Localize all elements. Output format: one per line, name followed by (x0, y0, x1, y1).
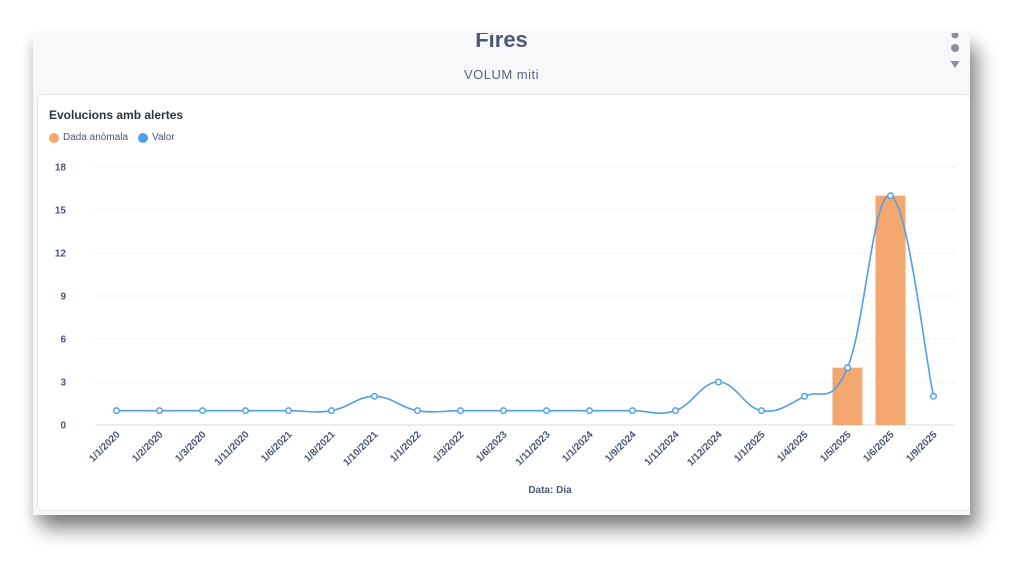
y-tick-label: 18 (55, 163, 67, 174)
point-value (328, 407, 336, 415)
x-tick-label: 1/4/2025 (775, 429, 811, 465)
point-value (586, 407, 594, 415)
point-value (629, 407, 637, 415)
series-line-value (116, 194, 935, 414)
x-tick-label: 1/12/2024 (685, 429, 725, 469)
x-tick-label: 1/11/2023 (514, 429, 553, 468)
x-tick-label: 1/1/2020 (87, 429, 123, 465)
point-value (715, 378, 723, 386)
bar-anomaly (832, 367, 863, 425)
more-options-icon[interactable] (948, 33, 962, 73)
x-axis-label: Data: Dia (528, 485, 572, 496)
x-tick-label: 1/1/2025 (732, 429, 768, 465)
x-tick-label: 1/9/2025 (904, 429, 940, 465)
point-value (457, 407, 465, 415)
x-tick-label: 1/2/2020 (130, 429, 166, 465)
y-tick-label: 9 (60, 292, 66, 303)
dashboard-header: Fires VOLUM miti (33, 33, 970, 93)
x-tick-label: 1/10/2021 (341, 429, 381, 469)
point-value (284, 407, 292, 415)
x-tick-label: 1/9/2024 (603, 429, 639, 465)
x-tick-label: 1/1/2022 (388, 429, 424, 465)
x-tick-label: 1/6/2025 (861, 429, 897, 465)
point-value (930, 392, 938, 400)
dashboard-window: Fires VOLUM miti Evolucions amb alertes … (33, 33, 970, 515)
chart-card: Evolucions amb alertes Dada anòmala Valo… (37, 94, 970, 511)
y-tick-label: 3 (60, 378, 66, 389)
x-tick-label: 1/3/2020 (173, 429, 209, 465)
point-value (371, 392, 379, 400)
x-tick-label: 1/11/2024 (643, 429, 682, 468)
point-value (500, 407, 508, 415)
y-tick-label: 6 (60, 335, 66, 346)
point-value (543, 407, 551, 415)
point-value (844, 364, 852, 372)
point-value (801, 392, 809, 400)
y-tick-label: 0 (60, 421, 66, 432)
point-value (112, 407, 120, 415)
x-tick-label: 1/3/2022 (431, 429, 467, 465)
point-value (887, 192, 895, 200)
point-value (758, 407, 766, 415)
x-tick-label: 1/6/2023 (474, 429, 510, 465)
y-tick-label: 12 (55, 249, 67, 260)
x-tick-label: 1/5/2025 (818, 429, 854, 465)
point-value (241, 407, 249, 415)
page-subtitle: VOLUM miti (463, 67, 540, 82)
point-value (155, 407, 163, 415)
x-tick-label: 1/11/2020 (213, 429, 252, 468)
x-tick-label: 1/8/2021 (302, 429, 338, 465)
chart-plot: 03691215181/1/2020 1/2/2020 1/3/2020 1/11/2… (55, 163, 955, 496)
point-value (672, 407, 680, 415)
bar-anomaly (875, 195, 906, 425)
page-title: Fires (475, 33, 528, 52)
point-value (198, 407, 206, 415)
x-tick-label: 1/6/2021 (259, 429, 295, 465)
point-value (414, 407, 422, 415)
y-tick-label: 15 (55, 206, 67, 217)
x-tick-label: 1/1/2024 (560, 429, 596, 465)
